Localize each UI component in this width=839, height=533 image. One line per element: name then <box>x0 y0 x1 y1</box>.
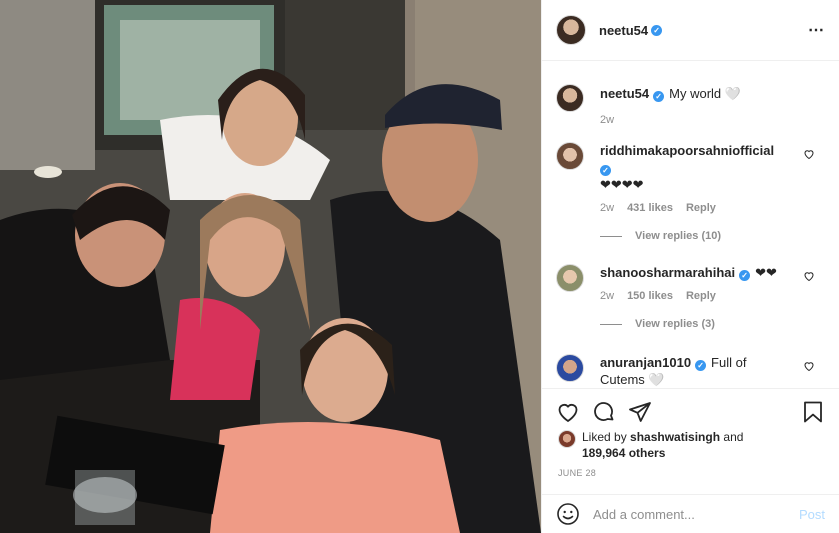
commenter-avatar[interactable] <box>556 264 584 292</box>
comment-likes[interactable]: 150 likes <box>627 290 673 302</box>
view-replies-label: View replies (10) <box>635 230 722 242</box>
commenter-username[interactable]: shanoosharmarahihai <box>600 265 735 280</box>
comment-text: ❤❤ <box>755 265 777 280</box>
comment-item: anuranjan1010 ✓ Full of Cutems 🤍 <box>556 352 825 388</box>
liked-by-and: and <box>720 430 744 444</box>
comments-list[interactable]: neetu54 ✓ My world 🤍 2w riddhimakapoorsahn… <box>542 61 839 388</box>
post-actions-bar <box>542 388 839 435</box>
liker-avatar[interactable] <box>558 430 576 448</box>
author-avatar[interactable] <box>556 15 586 45</box>
heart-icon[interactable] <box>556 400 580 424</box>
verified-badge-icon: ✓ <box>695 360 707 371</box>
bookmark-icon[interactable] <box>801 400 825 424</box>
reply-button[interactable]: Reply <box>686 290 716 302</box>
liked-by: Liked by shashwatisingh and 189,964 othe… <box>558 429 825 461</box>
group-photo-image <box>0 0 541 533</box>
likes-count-link[interactable]: 189,964 others <box>582 446 665 460</box>
like-comment-heart-icon[interactable] <box>803 360 815 372</box>
author-username[interactable]: neetu54 <box>599 23 648 38</box>
verified-badge-icon: ✓ <box>653 91 665 102</box>
comment-input[interactable]: Add a comment... <box>593 507 695 522</box>
commenter-avatar[interactable] <box>556 354 584 382</box>
comment-item: shanoosharmarahihai ✓ ❤❤ 2w 150 likes Repl… <box>556 262 825 302</box>
post-comment-button[interactable]: Post <box>799 507 825 522</box>
view-replies-button[interactable]: View replies (10) <box>600 230 825 242</box>
caption-time[interactable]: 2w <box>600 114 614 126</box>
caption: neetu54 ✓ My world 🤍 2w <box>556 82 825 126</box>
comment-time[interactable]: 2w <box>600 202 614 214</box>
comment-text: ❤❤❤❤ <box>600 177 644 192</box>
commenter-username[interactable]: anuranjan1010 <box>600 355 691 370</box>
caption-username[interactable]: neetu54 <box>600 86 649 101</box>
view-replies-label: View replies (3) <box>635 318 715 330</box>
caption-text: My world 🤍 <box>669 86 741 101</box>
view-replies-line <box>600 323 622 325</box>
post-details-panel: neetu54 ✓ ⋯ neetu54 ✓ My world 🤍 2w ridd… <box>541 0 839 533</box>
caption-avatar[interactable] <box>556 84 584 112</box>
add-comment-bar: Add a comment... Post <box>542 494 839 533</box>
like-comment-heart-icon[interactable] <box>803 270 815 282</box>
share-icon[interactable] <box>628 400 652 424</box>
more-options-icon[interactable]: ⋯ <box>808 20 825 40</box>
liked-by-prefix: Liked by <box>582 430 631 444</box>
commenter-avatar[interactable] <box>556 142 584 170</box>
post-header: neetu54 ✓ ⋯ <box>542 0 839 61</box>
verified-badge-icon: ✓ <box>739 270 751 281</box>
view-replies-line <box>600 235 622 237</box>
post-photo[interactable] <box>0 0 541 533</box>
reply-button[interactable]: Reply <box>686 202 716 214</box>
view-replies-button[interactable]: View replies (3) <box>600 318 825 330</box>
verified-badge-icon: ✓ <box>600 165 611 176</box>
instagram-post: neetu54 ✓ ⋯ neetu54 ✓ My world 🤍 2w ridd… <box>0 0 839 533</box>
comment-time[interactable]: 2w <box>600 290 614 302</box>
liker-username[interactable]: shashwatisingh <box>630 430 720 444</box>
verified-badge-icon: ✓ <box>651 24 663 36</box>
post-date[interactable]: JUNE 28 <box>558 468 596 478</box>
emoji-icon[interactable] <box>556 502 580 526</box>
comment-icon[interactable] <box>592 400 616 424</box>
commenter-username[interactable]: riddhimakapoorsahniofficial <box>600 143 774 158</box>
comment-likes[interactable]: 431 likes <box>627 202 673 214</box>
like-comment-heart-icon[interactable] <box>803 148 815 160</box>
comment-item: riddhimakapoorsahniofficial ✓ ❤❤❤❤ 2w 431… <box>556 140 825 214</box>
